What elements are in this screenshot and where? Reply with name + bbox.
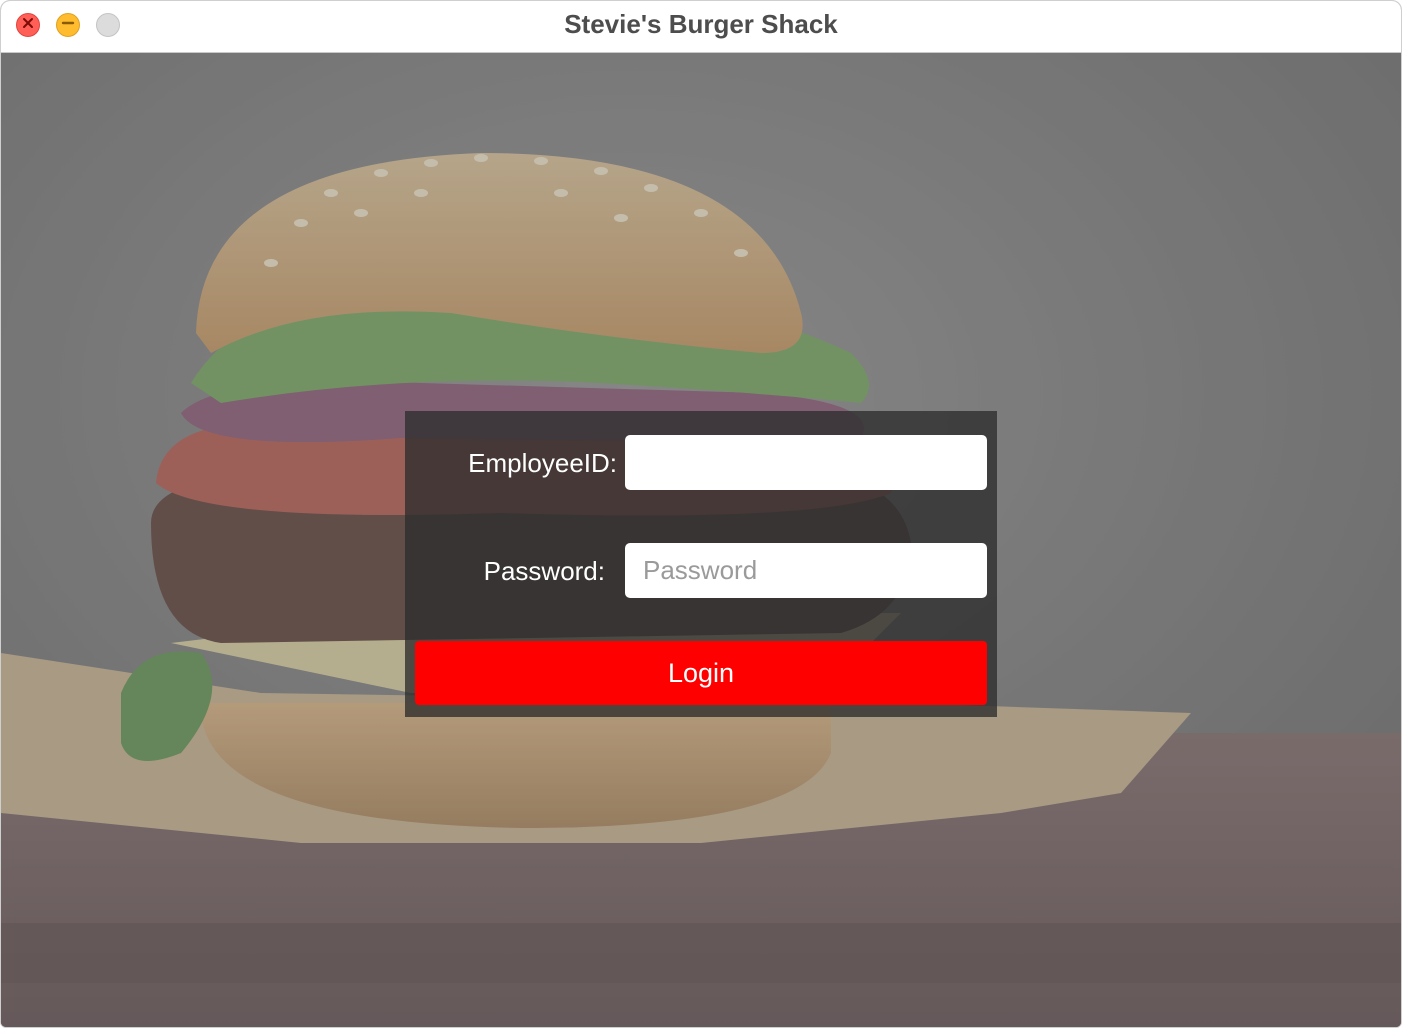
login-panel: EmployeeID: Password: Login [405, 411, 997, 717]
employee-id-label: EmployeeID: [468, 448, 617, 478]
title-bar: Stevie's Burger Shack [1, 1, 1401, 53]
employee-id-input[interactable] [625, 435, 987, 490]
password-label: Password: [483, 556, 605, 586]
app-window: Stevie's Burger Shack EmployeeID: Passwo… [0, 0, 1402, 1028]
window-title: Stevie's Burger Shack [564, 9, 838, 39]
login-screen: EmployeeID: Password: Login [1, 53, 1401, 1027]
password-input[interactable] [625, 543, 987, 598]
login-button[interactable]: Login [415, 641, 987, 705]
